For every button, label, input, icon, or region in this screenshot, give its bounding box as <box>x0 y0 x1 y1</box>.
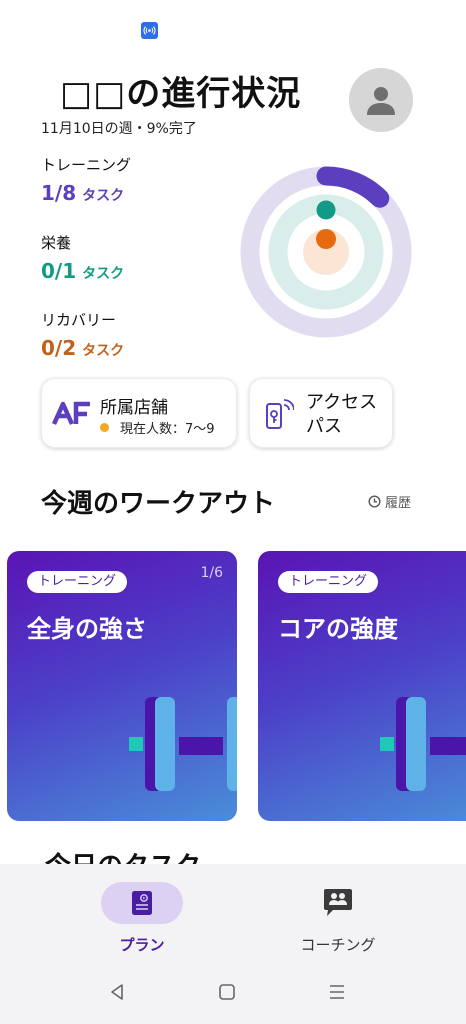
avatar[interactable] <box>349 68 413 132</box>
status-bar <box>0 0 466 60</box>
workout-card[interactable]: トレーニング 1/6 全身の強さ <box>7 551 237 821</box>
recents-nav-icon[interactable] <box>328 983 346 1001</box>
week-progress-subtitle: 11月10日の週・9%完了 <box>41 121 197 137</box>
stat-value: 1/8 <box>41 181 77 205</box>
access-pass-card[interactable]: アクセス パス <box>249 378 393 448</box>
nav-coaching-pill <box>297 882 379 924</box>
occupancy-text: 現在人数：7〜9 <box>120 422 215 437</box>
nav-plan[interactable]: プラン <box>82 882 202 955</box>
stat-label: 栄養 <box>41 234 72 252</box>
phone-key-icon <box>266 399 294 429</box>
clock-icon <box>368 495 381 508</box>
stat-unit: タスク <box>82 343 125 359</box>
dumbbell-icon <box>380 697 466 791</box>
recovery-progress-dot <box>316 229 336 249</box>
nav-coaching[interactable]: コーチング <box>278 882 398 955</box>
workout-title: 全身の強さ <box>27 615 147 643</box>
workout-title: コアの強度 <box>278 615 398 643</box>
stat-recovery: リカバリー 0/2 タスク <box>41 309 124 360</box>
home-store-card[interactable]: 所属店舗 現在人数：7〜9 <box>41 378 237 448</box>
stat-unit: タスク <box>82 266 125 282</box>
workout-count: 1/6 <box>200 565 223 581</box>
occupancy-status-dot <box>100 423 109 432</box>
coaching-icon <box>324 889 352 916</box>
plan-icon <box>132 891 152 915</box>
history-button[interactable]: 履歴 <box>368 492 411 511</box>
workout-tag: トレーニング <box>278 571 379 593</box>
store-title: 所属店舗 <box>100 398 168 418</box>
nav-plan-label: プラン <box>119 936 165 954</box>
stat-value: 0/2 <box>41 336 77 360</box>
stat-label: リカバリー <box>41 311 117 329</box>
page-title: □□の進行状況 <box>60 74 302 114</box>
nav-plan-pill <box>101 882 183 924</box>
access-pass-label: アクセス パス <box>306 392 378 437</box>
stat-value: 0/1 <box>41 259 77 283</box>
progress-ring <box>240 166 412 338</box>
person-icon <box>367 87 395 115</box>
nutrition-progress-dot <box>316 200 336 220</box>
stat-unit: タスク <box>82 188 125 204</box>
stat-label: トレーニング <box>41 156 132 174</box>
history-label: 履歴 <box>385 496 412 511</box>
anytime-fitness-logo <box>52 401 90 425</box>
workout-card[interactable]: トレーニング 2/ コアの強度 <box>258 551 466 821</box>
weekly-workouts-title: 今週のワークアウト <box>41 489 276 519</box>
stat-training: トレーニング 1/8 タスク <box>41 154 131 205</box>
broadcast-icon <box>141 22 158 39</box>
back-nav-icon[interactable] <box>108 983 126 1001</box>
workout-tag: トレーニング <box>27 571 128 593</box>
bottom-nav: プラン コーチング <box>0 864 466 1024</box>
stat-nutrition: 栄養 0/1 タスク <box>41 232 124 283</box>
home-nav-icon[interactable] <box>218 983 236 1001</box>
nav-coaching-label: コーチング <box>300 936 376 954</box>
dumbbell-icon <box>129 697 237 791</box>
